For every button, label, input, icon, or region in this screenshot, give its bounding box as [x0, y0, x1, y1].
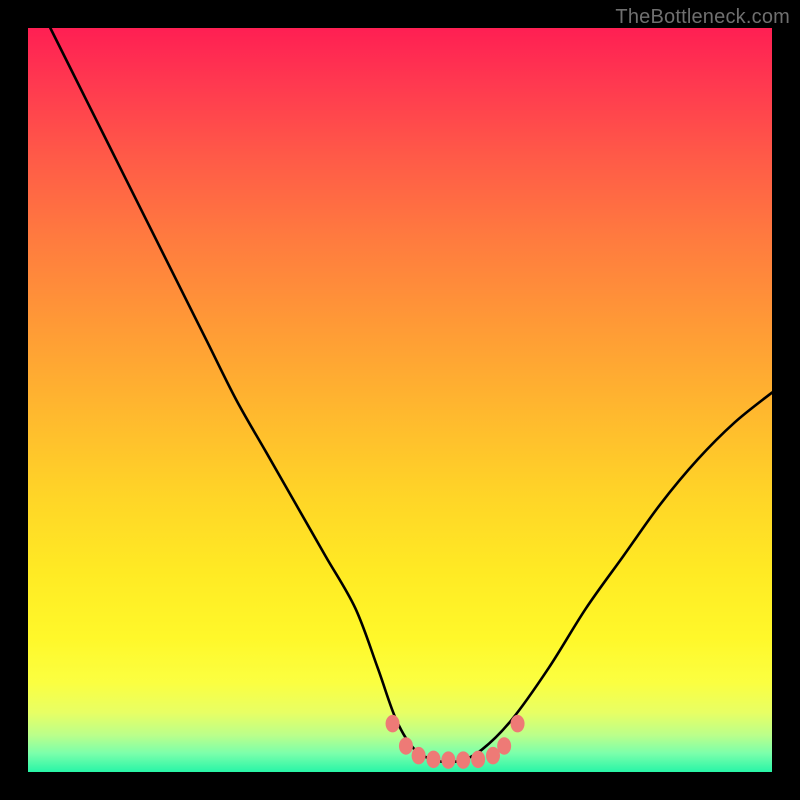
marker-dot	[441, 751, 455, 769]
flat-region-markers	[386, 715, 525, 769]
marker-dot	[412, 747, 426, 765]
chart-svg	[28, 28, 772, 772]
marker-dot	[399, 737, 413, 755]
curve-path	[50, 28, 772, 762]
marker-dot	[497, 737, 511, 755]
watermark-text: TheBottleneck.com	[615, 6, 790, 29]
marker-dot	[386, 715, 400, 733]
chart-frame: TheBottleneck.com	[0, 0, 800, 800]
bottleneck-curve	[50, 28, 772, 762]
marker-dot	[426, 751, 440, 769]
chart-plot-area	[28, 28, 772, 772]
marker-dot	[456, 751, 470, 769]
marker-dot	[511, 715, 525, 733]
marker-dot	[471, 751, 485, 769]
